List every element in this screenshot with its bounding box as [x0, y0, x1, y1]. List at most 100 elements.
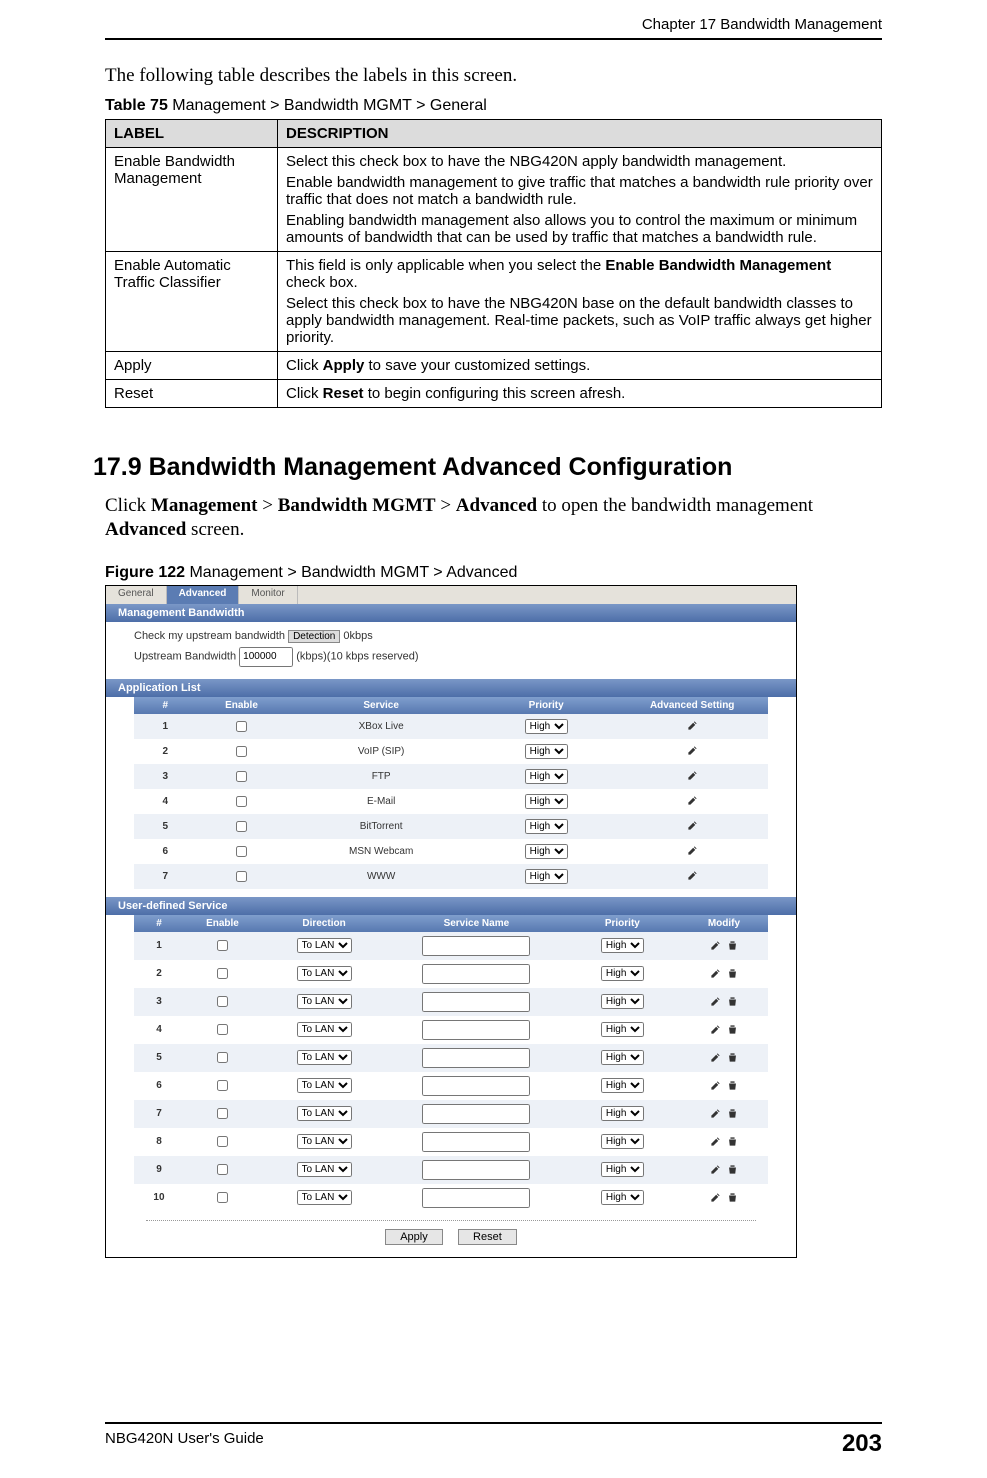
edit-icon[interactable]	[687, 870, 698, 881]
service-name-input[interactable]	[422, 1048, 530, 1068]
priority-select[interactable]: High	[601, 1106, 644, 1121]
enable-checkbox[interactable]	[217, 996, 228, 1007]
delete-icon[interactable]	[727, 996, 738, 1007]
priority-select[interactable]: High	[525, 844, 568, 859]
priority-select[interactable]: High	[525, 719, 568, 734]
edit-icon[interactable]	[687, 770, 698, 781]
service-name-input[interactable]	[422, 964, 530, 984]
edit-icon[interactable]	[710, 1024, 721, 1035]
delete-icon[interactable]	[727, 1108, 738, 1119]
edit-icon[interactable]	[687, 845, 698, 856]
delete-icon[interactable]	[727, 1024, 738, 1035]
direction-select[interactable]: To LAN	[297, 1050, 352, 1065]
tab-bar: General Advanced Monitor	[106, 586, 796, 604]
tab-monitor[interactable]: Monitor	[239, 586, 297, 604]
enable-checkbox[interactable]	[217, 1136, 228, 1147]
delete-icon[interactable]	[727, 1136, 738, 1147]
edit-icon[interactable]	[710, 940, 721, 951]
enable-checkbox[interactable]	[236, 721, 247, 732]
direction-select[interactable]: To LAN	[297, 1106, 352, 1121]
apply-button[interactable]: Apply	[385, 1229, 443, 1245]
enable-checkbox[interactable]	[236, 746, 247, 757]
service-name-input[interactable]	[422, 1104, 530, 1124]
service-name-input[interactable]	[422, 1160, 530, 1180]
desc-cell: Click Apply to save your customized sett…	[278, 352, 882, 380]
priority-select[interactable]: High	[525, 769, 568, 784]
enable-checkbox[interactable]	[217, 940, 228, 951]
upstream-bandwidth-input[interactable]	[239, 647, 293, 667]
service-name-input[interactable]	[422, 1076, 530, 1096]
direction-select[interactable]: To LAN	[297, 1190, 352, 1205]
enable-checkbox[interactable]	[217, 1108, 228, 1119]
enable-checkbox[interactable]	[236, 846, 247, 857]
edit-icon[interactable]	[710, 1192, 721, 1203]
priority-select[interactable]: High	[601, 966, 644, 981]
application-list-table: # Enable Service Priority Advanced Setti…	[134, 697, 769, 889]
service-name-input[interactable]	[422, 992, 530, 1012]
enable-checkbox[interactable]	[217, 968, 228, 979]
tab-general[interactable]: General	[106, 586, 167, 604]
edit-icon[interactable]	[710, 996, 721, 1007]
upstream-bandwidth-label: Upstream Bandwidth	[134, 650, 236, 662]
direction-select[interactable]: To LAN	[297, 1078, 352, 1093]
service-name-input[interactable]	[422, 936, 530, 956]
delete-icon[interactable]	[727, 1164, 738, 1175]
row-num: 4	[134, 789, 197, 814]
priority-select[interactable]: High	[525, 819, 568, 834]
enable-checkbox[interactable]	[236, 871, 247, 882]
service-name-input[interactable]	[422, 1188, 530, 1208]
delete-icon[interactable]	[727, 1080, 738, 1091]
direction-select[interactable]: To LAN	[297, 938, 352, 953]
edit-icon[interactable]	[687, 820, 698, 831]
edit-icon[interactable]	[710, 1108, 721, 1119]
tab-advanced[interactable]: Advanced	[167, 586, 240, 604]
priority-select[interactable]: High	[601, 1190, 644, 1205]
th-modify: Modify	[679, 915, 768, 932]
enable-checkbox[interactable]	[236, 796, 247, 807]
priority-select[interactable]: High	[601, 1050, 644, 1065]
th-service: Service	[286, 697, 476, 714]
enable-checkbox[interactable]	[217, 1164, 228, 1175]
edit-icon[interactable]	[710, 968, 721, 979]
delete-icon[interactable]	[727, 968, 738, 979]
enable-checkbox[interactable]	[217, 1024, 228, 1035]
delete-icon[interactable]	[727, 1192, 738, 1203]
delete-icon[interactable]	[727, 1052, 738, 1063]
edit-icon[interactable]	[687, 795, 698, 806]
priority-select[interactable]: High	[525, 744, 568, 759]
delete-icon[interactable]	[727, 940, 738, 951]
direction-select[interactable]: To LAN	[297, 1022, 352, 1037]
enable-checkbox[interactable]	[217, 1192, 228, 1203]
edit-icon[interactable]	[710, 1136, 721, 1147]
desc-para: Enabling bandwidth management also allow…	[286, 212, 873, 246]
reset-button[interactable]: Reset	[458, 1229, 517, 1245]
edit-icon[interactable]	[710, 1052, 721, 1063]
priority-select[interactable]: High	[601, 1134, 644, 1149]
enable-checkbox[interactable]	[236, 821, 247, 832]
detection-button[interactable]: Detection	[288, 630, 340, 643]
edit-icon[interactable]	[710, 1080, 721, 1091]
direction-select[interactable]: To LAN	[297, 966, 352, 981]
table-row: Enable Automatic Traffic Classifier This…	[106, 252, 882, 352]
th-num: #	[134, 697, 197, 714]
table-row: 6To LANHigh	[134, 1072, 769, 1100]
edit-icon[interactable]	[687, 745, 698, 756]
direction-select[interactable]: To LAN	[297, 1134, 352, 1149]
priority-select[interactable]: High	[601, 938, 644, 953]
edit-icon[interactable]	[710, 1164, 721, 1175]
enable-checkbox[interactable]	[217, 1080, 228, 1091]
edit-icon[interactable]	[687, 720, 698, 731]
service-name-input[interactable]	[422, 1132, 530, 1152]
priority-select[interactable]: High	[601, 1078, 644, 1093]
priority-select[interactable]: High	[601, 1022, 644, 1037]
direction-select[interactable]: To LAN	[297, 994, 352, 1009]
priority-select[interactable]: High	[601, 1162, 644, 1177]
section-title-mgmt-bandwidth: Management Bandwidth	[106, 604, 796, 622]
priority-select[interactable]: High	[601, 994, 644, 1009]
priority-select[interactable]: High	[525, 869, 568, 884]
enable-checkbox[interactable]	[217, 1052, 228, 1063]
enable-checkbox[interactable]	[236, 771, 247, 782]
priority-select[interactable]: High	[525, 794, 568, 809]
service-name-input[interactable]	[422, 1020, 530, 1040]
direction-select[interactable]: To LAN	[297, 1162, 352, 1177]
